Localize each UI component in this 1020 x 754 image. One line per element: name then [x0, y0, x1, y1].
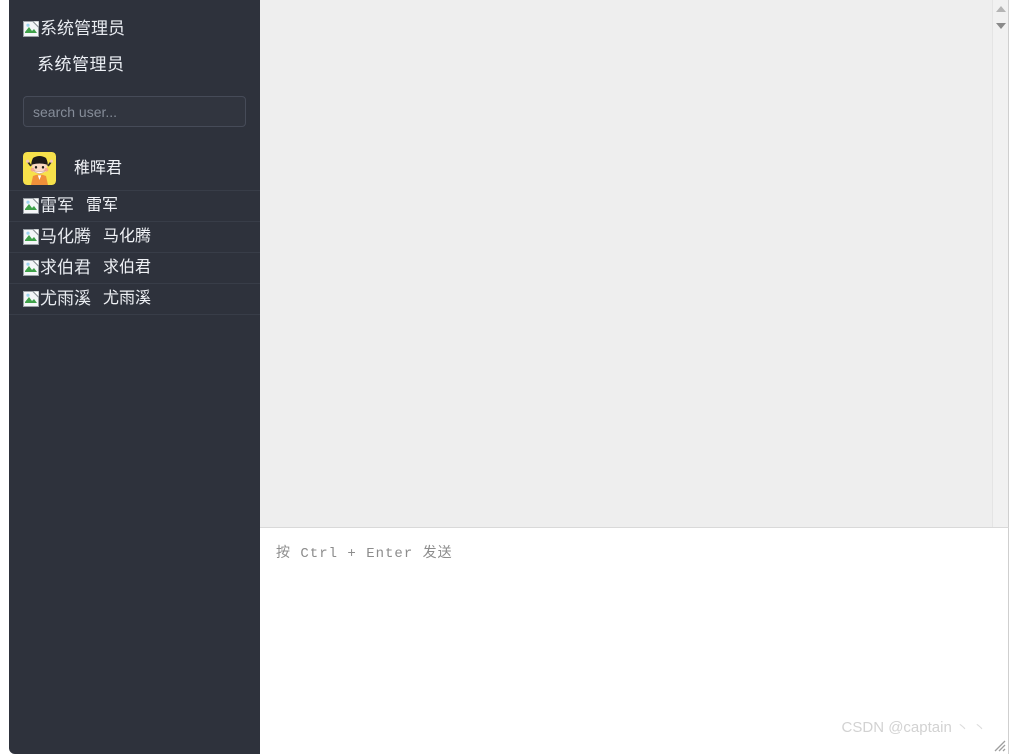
list-item-avatar-alt-text: 尤雨溪 [40, 289, 91, 308]
message-panel-scrollbar[interactable] [992, 0, 1008, 527]
broken-image-glyph [23, 21, 39, 37]
list-item-avatar-alt-text: 雷军 [40, 196, 74, 215]
scroll-up-button[interactable] [993, 0, 1008, 17]
list-item[interactable]: 求伯君 求伯君 [9, 252, 260, 283]
broken-image-icon: 雷军 [23, 196, 74, 216]
message-composer: CSDN @captain 丶丶 [260, 528, 1009, 754]
message-input[interactable] [260, 528, 1008, 754]
broken-image-icon: 求伯君 [23, 258, 91, 278]
list-item[interactable]: 雷军 雷军 [9, 190, 260, 221]
current-user-name: 系统管理员 [37, 55, 125, 74]
chat-application-window: 系统管理员 系统管理员 search user... 稚晖君 雷军 雷军 马化腾… [0, 0, 1020, 754]
list-item-avatar-alt-text: 求伯君 [40, 258, 91, 277]
list-item-label: 马化腾 [103, 228, 152, 245]
message-panel [260, 0, 1009, 528]
scroll-down-button[interactable] [993, 17, 1008, 34]
list-end-divider [9, 314, 260, 322]
broken-image-glyph [23, 229, 39, 245]
list-item-label: 稚晖君 [74, 159, 123, 177]
broken-image-icon: 系统管理员 [23, 19, 125, 39]
scroll-down-arrow-icon [996, 22, 1006, 29]
broken-image-icon: 马化腾 [23, 227, 91, 247]
broken-image-icon: 尤雨溪 [23, 289, 91, 309]
list-item-label: 尤雨溪 [103, 290, 152, 307]
list-item-label: 求伯君 [103, 259, 152, 276]
scroll-up-arrow-icon [996, 5, 1006, 12]
list-item[interactable]: 稚晖君 [9, 147, 260, 190]
current-user-avatar-row: 系统管理员 [23, 18, 260, 40]
list-item-label: 雷军 [86, 197, 119, 214]
search-container [9, 76, 260, 127]
sidebar: 系统管理员 系统管理员 search user... 稚晖君 雷军 雷军 马化腾… [9, 0, 260, 754]
broken-image-glyph [23, 260, 39, 276]
user-list: 稚晖君 雷军 雷军 马化腾 马化腾 求伯君 求伯君 尤雨溪 尤雨溪 [9, 147, 260, 322]
list-item[interactable]: 尤雨溪 尤雨溪 [9, 283, 260, 314]
sidebar-header: 系统管理员 系统管理员 [9, 0, 260, 76]
broken-image-glyph [23, 198, 39, 214]
broken-image-glyph [23, 291, 39, 307]
cartoon-avatar [23, 152, 56, 185]
search-input[interactable] [23, 96, 246, 127]
list-item[interactable]: 马化腾 马化腾 [9, 221, 260, 252]
current-user-avatar-alt-text: 系统管理员 [40, 19, 125, 38]
message-list [260, 0, 993, 527]
list-item-avatar-alt-text: 马化腾 [40, 227, 91, 246]
